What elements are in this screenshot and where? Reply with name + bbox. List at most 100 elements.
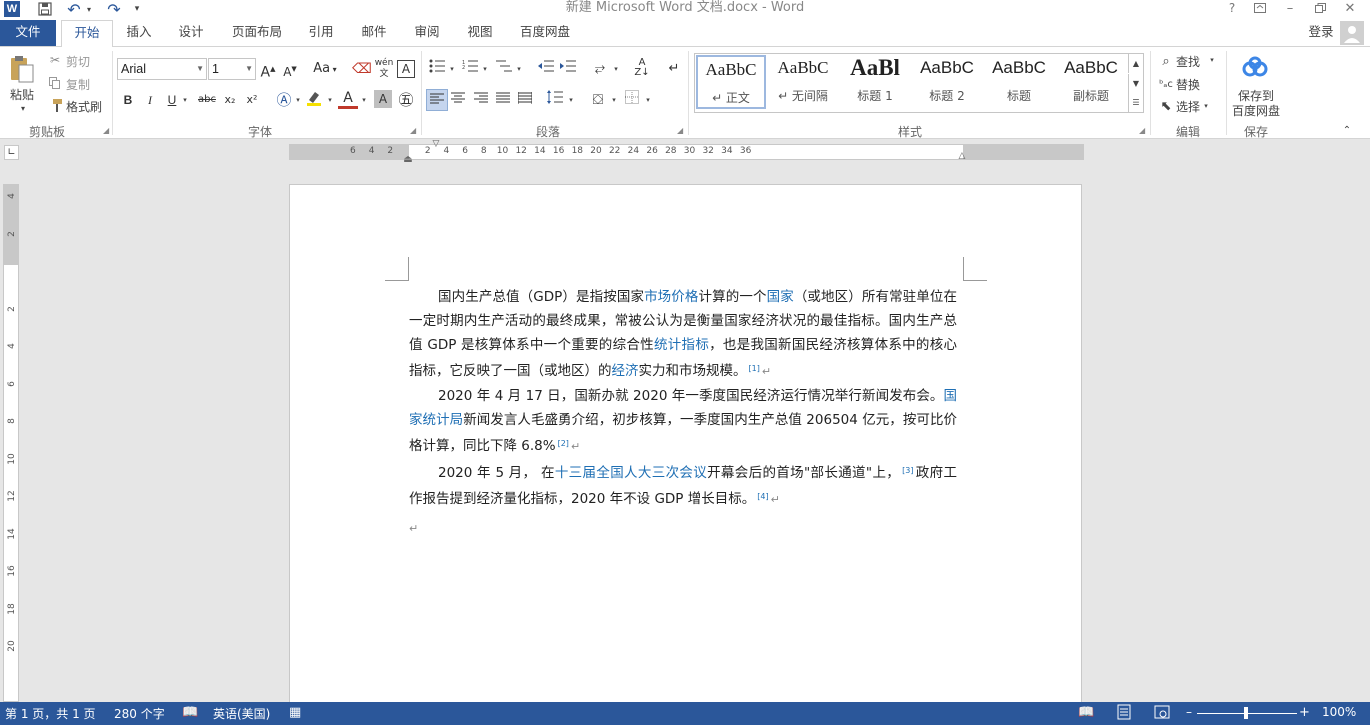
hyperlink[interactable]: 十三届全国人大三次会议 [555, 465, 707, 481]
style-heading-1[interactable]: AaBl 标题 1 [840, 55, 910, 109]
word-count[interactable]: 280 个字 [114, 705, 165, 722]
document-body[interactable]: 国内生产总值（GDP）是指按国家市场价格计算的一个国家（或地区）所有常驻单位在一… [409, 285, 957, 541]
style-normal[interactable]: AaBbC ↵ 正文 [696, 55, 766, 109]
strikethrough-button[interactable]: abc [195, 89, 219, 111]
zoom-slider-thumb[interactable] [1244, 707, 1248, 719]
styles-scroll-up-icon[interactable]: ▲ [1128, 54, 1143, 73]
styles-scroll-down-icon[interactable]: ▼ [1128, 74, 1143, 93]
align-right-button[interactable] [471, 89, 491, 111]
paragraph-1[interactable]: 国内生产总值（GDP）是指按国家市场价格计算的一个国家（或地区）所有常驻单位在一… [409, 285, 957, 384]
grow-font-button[interactable]: A▲ [258, 58, 278, 81]
zoom-out-icon[interactable]: – [1186, 705, 1192, 719]
read-mode-icon[interactable]: 📖 [1078, 705, 1094, 720]
paste-button[interactable]: 粘贴 [10, 86, 34, 103]
bullets-button[interactable] [427, 58, 447, 80]
borders-dropdown-icon[interactable]: ▾ [644, 96, 652, 104]
chinese-layout-dropdown-icon[interactable]: ▾ [612, 65, 620, 73]
tab-baidu[interactable]: 百度网盘 [512, 20, 578, 46]
login-link[interactable]: 登录 [1304, 20, 1338, 46]
footnote-ref[interactable]: [1] [749, 364, 760, 373]
vertical-ruler[interactable]: 4 2 2 4 6 8 10 12 14 16 18 20 [3, 184, 19, 702]
bold-button[interactable]: B [118, 89, 138, 111]
text-effects-dropdown-icon[interactable]: ▾ [294, 96, 302, 104]
tab-review[interactable]: 审阅 [406, 20, 448, 46]
styles-launcher-icon[interactable]: ◢ [1139, 126, 1145, 135]
save-to-baidu-line2[interactable]: 百度网盘 [1232, 102, 1280, 119]
tab-design[interactable]: 设计 [170, 20, 212, 46]
find-dropdown-icon[interactable]: ▾ [1208, 56, 1216, 64]
close-icon[interactable]: ✕ [1340, 0, 1360, 16]
paragraph-launcher-icon[interactable]: ◢ [677, 126, 683, 135]
font-name-select[interactable]: Arial ▼ [117, 58, 207, 80]
paragraph-2[interactable]: 2020 年 4 月 17 日，国新办就 2020 年一季度国民经济运行情况举行… [409, 384, 957, 459]
multilevel-list-button[interactable] [494, 58, 514, 80]
zoom-in-icon[interactable]: + [1299, 705, 1310, 720]
font-launcher-icon[interactable]: ◢ [410, 126, 416, 135]
collapse-ribbon-icon[interactable]: ⌃ [1340, 123, 1354, 137]
minimize-icon[interactable]: – [1280, 0, 1300, 16]
phonetic-guide-button[interactable]: wén 文 [374, 58, 394, 80]
avatar[interactable] [1340, 21, 1364, 45]
hyperlink[interactable]: 国家 [767, 289, 794, 305]
underline-dropdown-icon[interactable]: ▾ [181, 96, 189, 104]
highlight-button[interactable] [304, 89, 324, 111]
right-indent-marker-icon[interactable]: △ [956, 151, 968, 161]
style-no-spacing[interactable]: AaBbC ↵ 无间隔 [768, 55, 838, 109]
clear-format-icon[interactable]: ⌫ [352, 58, 372, 80]
paragraph-3[interactable]: 2020 年 5 月， 在十三届全国人大三次会议开幕会后的首场"部长通道"上，[… [409, 459, 957, 512]
enclose-char-button[interactable]: ㊄ [396, 89, 416, 111]
tab-references[interactable]: 引用 [300, 20, 342, 46]
multilevel-dropdown-icon[interactable]: ▾ [515, 65, 523, 73]
increase-indent-button[interactable] [558, 58, 578, 80]
subscript-button[interactable]: x₂ [220, 89, 240, 111]
styles-more-icon[interactable]: ☰ [1128, 93, 1143, 112]
copy-button[interactable]: 复制 [66, 76, 90, 93]
web-layout-icon[interactable] [1154, 704, 1170, 723]
replace-button[interactable]: 替换 [1176, 76, 1200, 93]
first-line-indent-marker-icon[interactable]: ▽ [430, 139, 442, 149]
select-button[interactable]: 选择 [1176, 98, 1200, 115]
macro-record-icon[interactable]: ▦ [289, 705, 301, 720]
shading-button[interactable]: ⛋ [588, 89, 608, 111]
style-heading-2[interactable]: AaBbC 标题 2 [912, 55, 982, 109]
align-left-button[interactable] [426, 89, 448, 111]
tab-layout[interactable]: 页面布局 [226, 20, 288, 46]
hyperlink[interactable]: 统计指标 [654, 337, 709, 353]
shading-dropdown-icon[interactable]: ▾ [610, 96, 618, 104]
distributed-button[interactable] [515, 89, 535, 111]
cut-button[interactable]: 剪切 [66, 53, 90, 70]
ribbon-display-icon[interactable] [1250, 0, 1270, 16]
restore-icon[interactable] [1310, 0, 1330, 16]
print-layout-icon[interactable] [1116, 704, 1132, 723]
bullets-dropdown-icon[interactable]: ▾ [448, 65, 456, 73]
align-center-button[interactable] [448, 89, 468, 111]
numbering-dropdown-icon[interactable]: ▾ [481, 65, 489, 73]
find-button[interactable]: 查找 [1176, 53, 1200, 70]
style-subtitle[interactable]: AaBbC 副标题 [1056, 55, 1126, 109]
zoom-level[interactable]: 100% [1322, 705, 1356, 719]
show-marks-button[interactable]: ↵ [664, 58, 684, 80]
footnote-ref[interactable]: [2] [558, 439, 569, 448]
sort-button[interactable]: A Z↓ [632, 58, 652, 80]
italic-button[interactable]: I [140, 89, 160, 111]
footnote-ref[interactable]: [3] [902, 466, 913, 475]
line-spacing-button[interactable] [545, 89, 565, 111]
superscript-button[interactable]: x² [242, 89, 262, 111]
tab-insert[interactable]: 插入 [118, 20, 160, 46]
font-color-dropdown-icon[interactable]: ▾ [360, 96, 368, 104]
hyperlink[interactable]: 经济 [612, 363, 639, 379]
footnote-ref[interactable]: [4] [757, 492, 768, 501]
font-size-select[interactable]: 1 ▼ [208, 58, 256, 80]
language[interactable]: 英语(美国) [213, 705, 270, 722]
underline-button[interactable]: U [162, 89, 182, 111]
shrink-font-button[interactable]: A▼ [280, 58, 300, 80]
decrease-indent-button[interactable] [536, 58, 556, 80]
hyperlink[interactable]: 市场价格 [644, 289, 698, 305]
left-indent-marker-icon[interactable]: ⏏ [402, 151, 414, 167]
line-spacing-dropdown-icon[interactable]: ▾ [567, 96, 575, 104]
paste-dropdown-icon[interactable]: ▾ [18, 103, 28, 113]
change-case-button[interactable]: Aa ▾ [310, 58, 340, 80]
style-title[interactable]: AaBbC 标题 [984, 55, 1054, 109]
text-effects-button[interactable]: Ⓐ [274, 89, 294, 111]
format-painter-button[interactable]: 格式刷 [66, 98, 102, 115]
